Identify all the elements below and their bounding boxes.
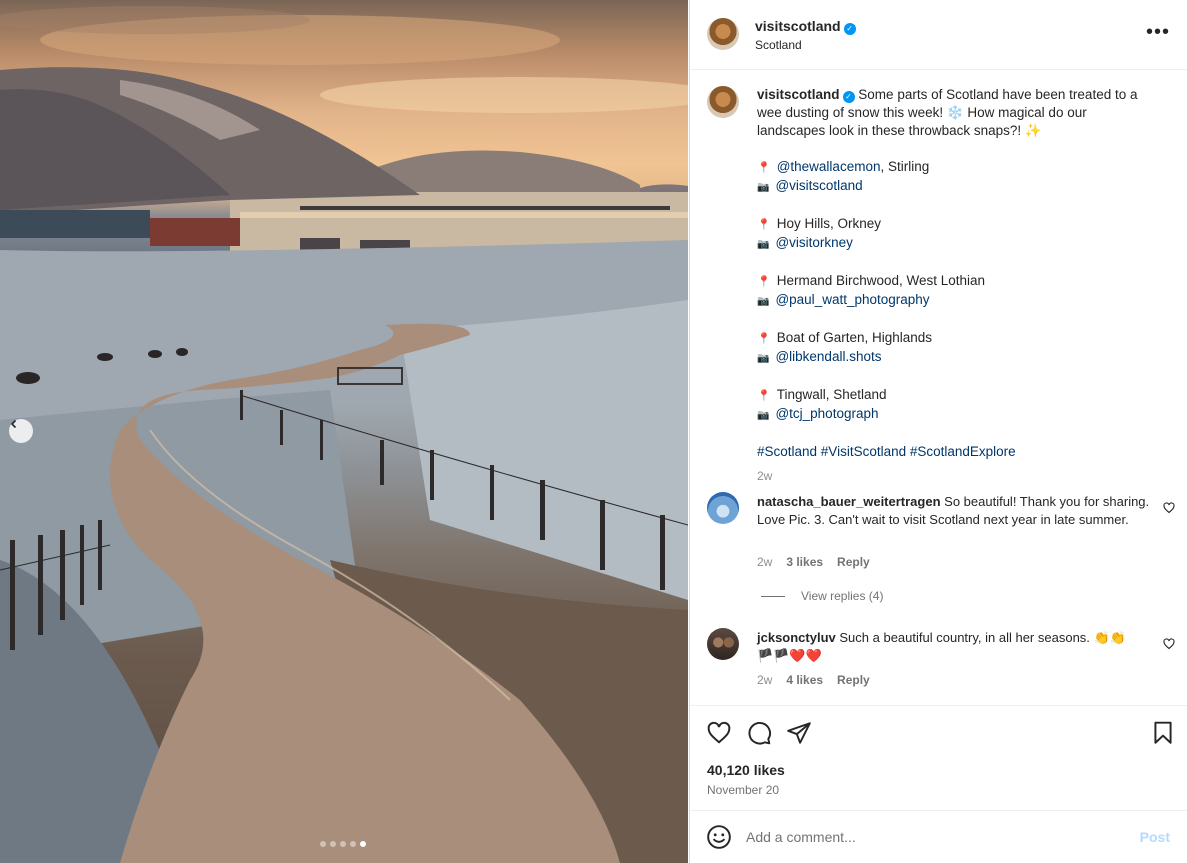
carousel-dot: [350, 841, 356, 847]
chevron-left-icon: [10, 419, 17, 429]
like-count[interactable]: 40,120 likes: [707, 762, 785, 778]
credit-link[interactable]: @visitorkney: [775, 235, 852, 250]
more-options-icon[interactable]: •••: [1146, 22, 1170, 42]
view-replies-label: View replies (4): [801, 589, 884, 603]
camera-icon: 📷: [757, 296, 770, 307]
instagram-post-view: visitscotland ✓ Scotland ••• visitscotlan…: [0, 0, 1187, 863]
comment-input[interactable]: [746, 827, 1126, 847]
view-replies-button[interactable]: View replies (4): [761, 589, 883, 603]
spot-place: 📍 Tingwall, Shetland: [757, 386, 1157, 405]
spot-place: 📍 Hoy Hills, Orkney: [757, 215, 1157, 234]
share-send-icon[interactable]: [786, 720, 812, 746]
spot-credit: 📷 @visitorkney: [757, 234, 1157, 254]
comment-timestamp[interactable]: 2w: [757, 673, 772, 687]
comment-text: Such a beautiful country, in all her sea…: [839, 630, 1126, 645]
spot-place-text: Boat of Garten, Highlands: [776, 330, 933, 345]
reply-button[interactable]: Reply: [837, 673, 870, 687]
post-caption: visitscotland ✓ Some parts of Scotland ha…: [757, 86, 1157, 485]
author-username[interactable]: visitscotland: [755, 18, 841, 34]
comment-bubble-icon[interactable]: [746, 720, 772, 746]
author-name-row: visitscotland ✓: [755, 18, 856, 35]
comment-meta: 2w 3 likes Reply: [757, 555, 870, 569]
verified-badge-icon: ✓: [843, 23, 856, 35]
previous-slide-button[interactable]: [9, 419, 33, 443]
commenter-avatar[interactable]: [707, 628, 739, 660]
camera-icon: 📷: [757, 353, 770, 364]
commenter-username[interactable]: natascha_bauer_weitertragen: [757, 494, 941, 509]
comment-timestamp[interactable]: 2w: [757, 555, 772, 569]
comment-body: jcksonctyluv Such a beautiful country, i…: [757, 629, 1157, 665]
spot-place: 📍 Boat of Garten, Highlands: [757, 329, 1157, 348]
commenter-avatar[interactable]: [707, 492, 739, 524]
carousel-dot: [320, 841, 326, 847]
spot-place-text: Hermand Birchwood, West Lothian: [776, 273, 986, 288]
emoji-smiley-icon[interactable]: [706, 824, 732, 850]
pin-icon: 📍: [757, 219, 771, 231]
pin-icon: 📍: [757, 276, 771, 288]
spot-credit: 📷 @libkendall.shots: [757, 348, 1157, 368]
caption-username[interactable]: visitscotland: [757, 87, 840, 102]
spot-place-text: Hoy Hills, Orkney: [776, 216, 881, 231]
credit-link[interactable]: @tcj_photograph: [775, 406, 878, 421]
post-actions: 40,120 likes November 20: [690, 705, 1187, 810]
pin-icon: 📍: [757, 390, 771, 402]
credit-link[interactable]: @paul_watt_photography: [775, 292, 929, 307]
spot-place-text: , Stirling: [880, 159, 930, 174]
post-header: visitscotland ✓ Scotland •••: [690, 0, 1187, 70]
spot-place: 📍 Hermand Birchwood, West Lothian: [757, 272, 1157, 291]
spot-credit: 📷 @paul_watt_photography: [757, 291, 1157, 311]
hashtags[interactable]: #Scotland #VisitScotland #ScotlandExplor…: [757, 443, 1157, 461]
caption-timestamp[interactable]: 2w: [757, 467, 1157, 485]
camera-icon: 📷: [757, 239, 770, 250]
camera-icon: 📷: [757, 410, 770, 421]
carousel-indicator: [320, 841, 366, 847]
post-comment-button[interactable]: Post: [1140, 829, 1170, 845]
commenter-username[interactable]: jcksonctyluv: [757, 630, 836, 645]
author-avatar[interactable]: [707, 18, 739, 50]
reply-button[interactable]: Reply: [837, 555, 870, 569]
carousel-dot: [340, 841, 346, 847]
like-comment-heart-icon[interactable]: [1163, 502, 1175, 514]
credit-link[interactable]: @libkendall.shots: [775, 349, 881, 364]
post-date[interactable]: November 20: [707, 783, 779, 797]
comment-emoji-line: 🏴🏴❤️❤️: [757, 648, 822, 663]
like-comment-heart-icon[interactable]: [1163, 638, 1175, 650]
landscape-illustration: [0, 6, 688, 863]
pin-icon: 📍: [757, 333, 771, 345]
credit-link[interactable]: @visitscotland: [775, 178, 862, 193]
comment-body: natascha_bauer_weitertragen So beautiful…: [757, 493, 1157, 529]
pin-icon: 📍: [757, 162, 771, 174]
carousel-dot: [330, 841, 336, 847]
post-location[interactable]: Scotland: [755, 38, 802, 52]
comment-likes[interactable]: 3 likes: [786, 555, 823, 569]
caption-intro-line: visitscotland ✓ Some parts of Scotland ha…: [757, 86, 1157, 140]
replies-divider: [761, 595, 785, 597]
bookmark-save-icon[interactable]: [1150, 720, 1176, 746]
spot-place-text: Tingwall, Shetland: [776, 387, 887, 402]
spot-credit: 📷 @visitscotland: [757, 177, 1157, 197]
spot-credit: 📷 @tcj_photograph: [757, 405, 1157, 425]
post-photo[interactable]: [0, 0, 688, 863]
comment-meta: 2w 4 likes Reply: [757, 673, 870, 687]
post-side-panel: visitscotland ✓ Scotland ••• visitscotlan…: [689, 0, 1187, 863]
camera-icon: 📷: [757, 182, 770, 193]
verified-badge-icon: ✓: [842, 91, 855, 103]
comment-composer: Post: [690, 810, 1187, 863]
spot-place: 📍 @thewallacemon, Stirling: [757, 158, 1157, 177]
like-heart-icon[interactable]: [706, 720, 732, 746]
carousel-dot-active: [360, 841, 366, 847]
caption-avatar[interactable]: [707, 86, 739, 118]
mention-link[interactable]: @thewallacemon: [777, 159, 881, 174]
comment-likes[interactable]: 4 likes: [786, 673, 823, 687]
